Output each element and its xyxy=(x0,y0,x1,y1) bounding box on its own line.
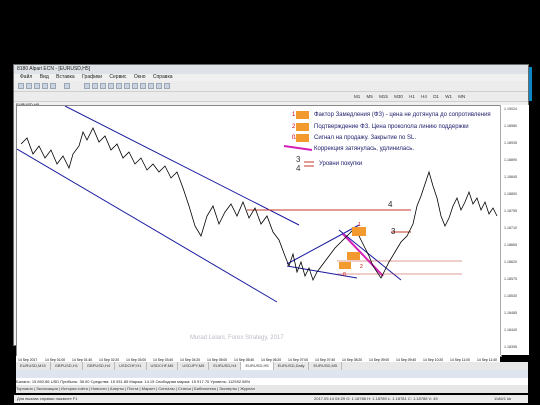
label-b: ß xyxy=(343,272,346,278)
chart-shift-icon[interactable] xyxy=(140,83,146,89)
tf-m5[interactable]: M5 xyxy=(367,92,373,101)
terminal-icon[interactable] xyxy=(50,83,56,89)
grid-icon[interactable] xyxy=(124,83,130,89)
legend-text-line: Коррекция затянулась, удлинилась. xyxy=(314,146,415,152)
tf-m1[interactable]: M1 xyxy=(354,92,360,101)
autoscroll-icon[interactable] xyxy=(132,83,138,89)
price-axis: 1.19024 1.18980 1.18935 1.18890 1.18845 … xyxy=(500,105,529,355)
legend-box-1 xyxy=(296,111,309,119)
status-traffic: 1186/1 kb xyxy=(494,396,512,401)
legend-text-b: Сигнал на продажу. Закрытие по SL. xyxy=(314,135,417,141)
strategy-legend: 1 Фактор Замедления (ФЗ) - цена не дотян… xyxy=(284,111,492,186)
window-title: 8180 Alpari ECN - [EURUSD,H5] xyxy=(17,66,91,72)
terminal-window: 8180 Alpari ECN - [EURUSD,H5] Файл Вид В… xyxy=(13,64,529,403)
legend-text-1: Фактор Замедления (ФЗ) - цена не дотянул… xyxy=(314,112,491,118)
chart-tab[interactable]: USDJPY,M5 xyxy=(178,362,210,370)
price-tick: 1.18845 xyxy=(504,175,517,179)
legend-text-34: Уровни покупки xyxy=(319,161,363,167)
price-tick: 1.18395 xyxy=(504,345,517,349)
zoom-out-icon[interactable] xyxy=(116,83,122,89)
tf-m15[interactable]: M15 xyxy=(379,92,388,101)
title-bar: 8180 Alpari ECN - [EURUSD,H5] xyxy=(14,65,528,74)
tf-h1[interactable]: H1 xyxy=(409,92,415,101)
templates-icon[interactable] xyxy=(164,83,170,89)
legend-num-2: 2 xyxy=(292,124,296,130)
channel-upper-line xyxy=(64,105,300,226)
price-tick: 1.18665 xyxy=(504,243,517,247)
chart-tab[interactable]: USDCHF,M5 xyxy=(147,362,179,370)
legend-num-b: ß xyxy=(292,135,296,141)
marker-b-box xyxy=(339,262,351,269)
indicators-icon[interactable] xyxy=(148,83,154,89)
menu-charts[interactable]: Графики xyxy=(82,74,102,80)
price-tick: 1.18755 xyxy=(504,209,517,213)
channel-lower-line xyxy=(16,148,278,303)
chart-tab[interactable]: GBPUSD,H1 xyxy=(51,362,83,370)
menu-window[interactable]: Окно xyxy=(134,74,146,80)
price-tick: 1.19024 xyxy=(504,107,517,111)
menu-file[interactable]: Файл xyxy=(20,74,32,80)
autotrading-icon[interactable] xyxy=(64,83,70,89)
label-4: 4 xyxy=(388,200,393,209)
price-tick: 1.18485 xyxy=(504,311,517,315)
price-tick: 1.18800 xyxy=(504,192,517,196)
chart-tab[interactable]: EURUSD,M15 xyxy=(16,362,51,370)
label-2: 2 xyxy=(360,264,363,270)
profiles-icon[interactable] xyxy=(26,83,32,89)
candle-chart-icon[interactable] xyxy=(92,83,98,89)
periods-icon[interactable] xyxy=(156,83,162,89)
menu-view[interactable]: Вид xyxy=(40,74,49,80)
label-1: 1 xyxy=(358,222,361,228)
watermark: Murad Lelani, Forex Strategy, 2017 xyxy=(190,335,284,341)
price-tick: 1.18935 xyxy=(504,141,517,145)
status-bar: Для вызова справки нажмите F1 2017.09.14… xyxy=(14,395,528,403)
timeframe-toolbar: M1 M5 M15 M30 H1 H4 D1 W1 MN xyxy=(14,92,528,102)
terminal-header xyxy=(16,370,528,378)
menu-bar: Файл Вид Вставка Графики Сервис Окно Спр… xyxy=(14,74,528,81)
status-help: Для вызова справки нажмите F1 xyxy=(17,396,78,401)
chart-tab[interactable]: EURUSD,M5 xyxy=(309,362,343,370)
marker-1-box xyxy=(352,227,366,236)
menu-tools[interactable]: Сервис xyxy=(109,74,126,80)
chart-tab-active[interactable]: EURUSD,H5 xyxy=(241,362,274,370)
bar-chart-icon[interactable] xyxy=(84,83,90,89)
legend-text-2: Подтверждение ФЗ. Цена проколола линию п… xyxy=(314,124,469,130)
chart-tab[interactable]: EURUSD,H4 xyxy=(209,362,242,370)
zoom-in-icon[interactable] xyxy=(108,83,114,89)
menu-insert[interactable]: Вставка xyxy=(56,74,75,80)
chart-tab[interactable]: GBPUSD,H4 xyxy=(83,362,116,370)
tf-d1[interactable]: D1 xyxy=(433,92,439,101)
marker-2-box xyxy=(347,252,360,260)
balance-row: Баланс: 15 892.86 USD Прибыль: 38.00 Сре… xyxy=(16,378,528,385)
status-ohlc: 2017.09.14 04:29 O: 1.18786 H: 1.18789 L… xyxy=(314,396,438,401)
main-toolbar xyxy=(14,81,528,92)
terminal-tabs[interactable]: Торговля | Экспозиция | История счёта | … xyxy=(16,385,528,393)
price-tick: 1.18710 xyxy=(504,226,517,230)
navigator-icon[interactable] xyxy=(42,83,48,89)
legend-magenta-line xyxy=(284,145,313,151)
price-tick: 1.18530 xyxy=(504,294,517,298)
line-chart-icon[interactable] xyxy=(100,83,106,89)
tf-h4[interactable]: H4 xyxy=(421,92,427,101)
tf-mn[interactable]: MN xyxy=(458,92,465,101)
chart-tab[interactable]: USDCHF,H1 xyxy=(115,362,147,370)
legend-box-2 xyxy=(296,123,309,131)
legend-box-b xyxy=(296,134,309,142)
tf-w1[interactable]: W1 xyxy=(445,92,452,101)
chart-tabs: EURUSD,M15 GBPUSD,H1 GBPUSD,H4 USDCHF,H1 USD… xyxy=(16,362,528,370)
price-tick: 1.18890 xyxy=(504,158,517,162)
label-3: 3 xyxy=(391,227,396,236)
tf-m30[interactable]: M30 xyxy=(394,92,403,101)
legend-num-34: 3 4 xyxy=(296,155,301,173)
price-tick: 1.18575 xyxy=(504,277,517,281)
legend-red-bracket xyxy=(304,161,314,167)
price-tick: 1.18620 xyxy=(504,260,517,264)
chart-tab[interactable]: EURUSD,Daily xyxy=(274,362,310,370)
price-tick: 1.18980 xyxy=(504,124,517,128)
menu-help[interactable]: Справка xyxy=(153,74,173,80)
market-watch-icon[interactable] xyxy=(34,83,40,89)
new-chart-icon[interactable] xyxy=(18,83,24,89)
price-tick: 1.18440 xyxy=(504,328,517,332)
legend-num-1: 1 xyxy=(292,112,296,118)
